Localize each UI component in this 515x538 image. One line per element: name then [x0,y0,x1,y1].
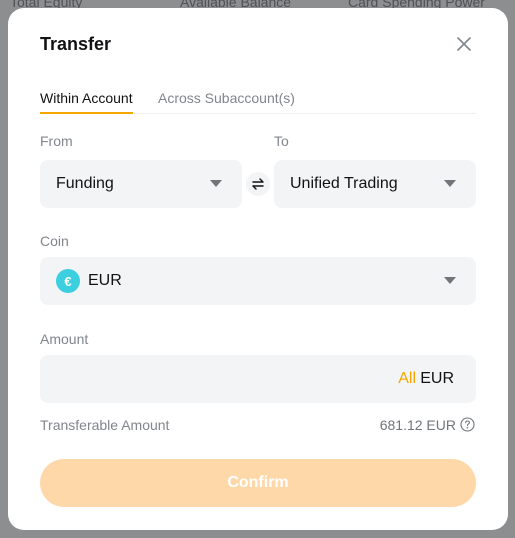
coin-select[interactable]: € EUR [40,257,476,305]
transfer-modal: Transfer Within Account Across Subaccoun… [8,8,508,530]
euro-coin-icon: € [56,269,80,293]
close-button[interactable] [452,32,476,56]
from-label: From [40,133,73,149]
caret-down-icon [444,180,456,187]
coin-label: Coin [40,233,69,249]
transferable-amount-label: Transferable Amount [40,417,170,433]
from-account-select[interactable]: Funding [40,160,242,208]
tab-across-subaccounts[interactable]: Across Subaccount(s) [158,90,295,106]
caret-down-icon [210,180,222,187]
swap-accounts-button[interactable] [246,172,270,196]
confirm-button[interactable]: Confirm [40,459,476,507]
to-account-select[interactable]: Unified Trading [274,160,476,208]
amount-input[interactable] [56,355,380,405]
coin-value: EUR [88,272,122,289]
all-amount-button[interactable]: All [398,370,416,388]
tab-within-account[interactable]: Within Account [40,90,133,114]
modal-title: Transfer [40,34,112,54]
amount-field: All EUR [40,355,476,405]
caret-down-icon [444,277,456,284]
amount-label: Amount [40,331,89,347]
transfer-tabs: Within Account Across Subaccount(s) [40,88,476,114]
from-account-value: Funding [56,175,114,192]
close-icon [457,37,471,51]
swap-arrows-icon [252,178,264,190]
transferable-amount-value: 681.12 EUR [379,417,456,433]
question-circle-icon[interactable] [460,417,475,432]
to-account-value: Unified Trading [290,175,398,192]
to-label: To [274,133,289,149]
amount-unit: EUR [420,370,454,387]
